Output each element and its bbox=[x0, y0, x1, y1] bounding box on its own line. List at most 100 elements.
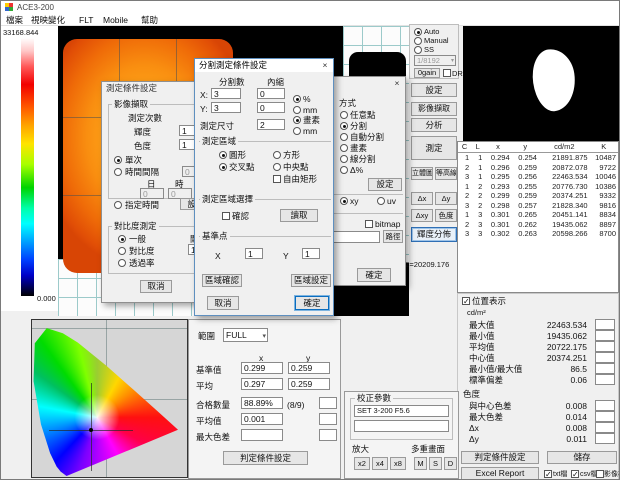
center-radio[interactable] bbox=[273, 163, 281, 171]
menu-item-help[interactable]: 幫助 bbox=[141, 15, 158, 25]
interval-radio[interactable] bbox=[114, 168, 122, 176]
position-display-checkbox[interactable]: ✓ bbox=[462, 297, 470, 305]
method-split-radio[interactable] bbox=[340, 122, 348, 130]
ref-x-field[interactable]: 0.299 bbox=[241, 362, 283, 374]
gain-button[interactable]: 0gain bbox=[414, 68, 440, 78]
dr-checkbox[interactable] bbox=[443, 69, 451, 77]
excel-report-button[interactable]: Excel Report bbox=[461, 467, 539, 480]
cross-radio[interactable] bbox=[219, 163, 227, 171]
spot-viewport[interactable] bbox=[463, 26, 620, 141]
avg-x-field[interactable]: 0.297 bbox=[241, 378, 283, 390]
method-set-button[interactable]: 設定 bbox=[368, 178, 402, 191]
table-row[interactable]: 220.2990.25920374.2519332 bbox=[458, 191, 618, 201]
method-line-radio[interactable] bbox=[340, 155, 348, 163]
trans-radio[interactable] bbox=[118, 259, 126, 267]
measure-button[interactable]: 測定 bbox=[411, 136, 457, 160]
table-row[interactable]: 310.2950.25622463.53410046 bbox=[458, 172, 618, 182]
range-judge-settings-button[interactable]: 判定條件設定 bbox=[223, 451, 308, 465]
avg-y-field[interactable]: 0.259 bbox=[288, 378, 330, 390]
zoom-x8-button[interactable]: x8 bbox=[390, 457, 406, 470]
capture-button[interactable]: 影像擷取 bbox=[411, 102, 457, 116]
inset-mm-radio[interactable] bbox=[293, 106, 301, 114]
menu-item-transform[interactable]: 視映變化 bbox=[31, 15, 65, 25]
coord-uv-radio[interactable] bbox=[377, 197, 385, 205]
circle-radio[interactable] bbox=[219, 151, 227, 159]
csv-checkbox[interactable]: ✓ bbox=[571, 470, 579, 478]
coord-xy-radio[interactable] bbox=[340, 197, 348, 205]
area-confirm-button[interactable]: 區域確認 bbox=[202, 274, 242, 287]
inset-pct-radio[interactable] bbox=[293, 95, 301, 103]
set-button[interactable]: 設定 bbox=[411, 83, 457, 97]
menu-item-mobile[interactable]: Mobile bbox=[103, 15, 128, 25]
multi-m-button[interactable]: M bbox=[414, 457, 427, 470]
delta-xy-button[interactable]: Δxy bbox=[411, 209, 433, 222]
ss-radio[interactable] bbox=[414, 46, 422, 54]
x-div-field[interactable]: 3 bbox=[211, 88, 241, 99]
table-row[interactable]: 330.3020.26320598.2668700 bbox=[458, 229, 618, 239]
cond-cancel-button[interactable]: 取消 bbox=[140, 280, 172, 293]
split-cancel-button[interactable]: 取消 bbox=[207, 296, 239, 310]
judge-settings-button[interactable]: 判定條件設定 bbox=[461, 451, 539, 464]
close-icon[interactable]: × bbox=[391, 78, 403, 89]
multi-s-button[interactable]: S bbox=[429, 457, 442, 470]
size-field[interactable]: 2 bbox=[257, 119, 285, 130]
method-ok-button[interactable]: 確定 bbox=[357, 268, 391, 282]
menu-item-flt[interactable]: FLT bbox=[79, 15, 93, 25]
size-mm-radio[interactable] bbox=[293, 127, 301, 135]
normal-radio[interactable] bbox=[118, 235, 126, 243]
table-row[interactable]: 110.2940.25421891.87510487 bbox=[458, 153, 618, 163]
x-inset-field[interactable]: 0 bbox=[257, 88, 285, 99]
bitmap-checkbox[interactable] bbox=[365, 220, 373, 228]
method-pixel-radio[interactable] bbox=[340, 144, 348, 152]
shutter-select[interactable]: 1/8192 ▾ bbox=[414, 55, 456, 66]
table-row[interactable]: 130.3010.26520451.1418834 bbox=[458, 210, 618, 220]
stereo-button[interactable]: 立體圖 bbox=[411, 167, 433, 180]
contrast-label: 對比度 bbox=[129, 246, 155, 256]
method-any-radio[interactable] bbox=[340, 111, 348, 119]
save-button[interactable]: 儲存 bbox=[547, 451, 617, 464]
freerect-checkbox[interactable] bbox=[273, 175, 281, 183]
cie-gridline-h1 bbox=[32, 328, 187, 329]
area-set-button[interactable]: 區域設定 bbox=[291, 274, 331, 287]
split-ok-button[interactable]: 確定 bbox=[295, 296, 329, 310]
cie-diagram-panel[interactable] bbox=[31, 319, 188, 478]
bitmap-label: bitmap bbox=[375, 219, 401, 229]
contrast-radio[interactable] bbox=[118, 247, 126, 255]
analyze-button[interactable]: 分析 bbox=[411, 118, 457, 132]
contour-button[interactable]: 等高線 bbox=[435, 167, 457, 180]
auto-radio[interactable] bbox=[414, 28, 422, 36]
table-row[interactable]: 120.2930.25520776.73010386 bbox=[458, 182, 618, 192]
size-pixel-radio[interactable] bbox=[293, 116, 301, 124]
load-button[interactable]: 讀取 bbox=[280, 209, 318, 222]
zoom-x2-button[interactable]: x2 bbox=[354, 457, 370, 470]
single-radio[interactable] bbox=[114, 156, 122, 164]
table-row[interactable]: 230.3010.26219435.0628897 bbox=[458, 220, 618, 230]
base-x-field[interactable]: 1 bbox=[245, 248, 263, 259]
delta-x-button[interactable]: Δx bbox=[411, 192, 433, 205]
method-delta-radio[interactable] bbox=[340, 166, 348, 174]
y-div-field[interactable]: 3 bbox=[211, 102, 241, 113]
spec-time-radio[interactable] bbox=[114, 201, 122, 209]
square-radio[interactable] bbox=[273, 151, 281, 159]
table-row[interactable]: 210.2960.25920872.0789722 bbox=[458, 163, 618, 173]
base-y-field[interactable]: 1 bbox=[302, 248, 320, 259]
multi-d-button[interactable]: D bbox=[444, 457, 457, 470]
close-icon[interactable]: × bbox=[319, 60, 331, 71]
confirm-checkbox[interactable] bbox=[222, 212, 230, 220]
range-select[interactable]: FULL ▾ bbox=[223, 328, 268, 342]
split-dialog[interactable]: 分割測定條件設定 × 分割數 內縮 X: 3 0 Y: 3 0 % mm 測定尺… bbox=[194, 58, 334, 316]
image-file-checkbox[interactable] bbox=[596, 470, 604, 478]
manual-radio[interactable] bbox=[414, 37, 422, 45]
chroma-map-button[interactable]: 色度 bbox=[435, 209, 457, 222]
split-dialog-title[interactable]: 分割測定條件設定 bbox=[195, 59, 333, 72]
lum-dist-button[interactable]: 輝度分佈 bbox=[411, 227, 457, 242]
table-row[interactable]: 320.2980.25721828.3409816 bbox=[458, 201, 618, 211]
zoom-x4-button[interactable]: x4 bbox=[372, 457, 388, 470]
method-autosplit-radio[interactable] bbox=[340, 133, 348, 141]
menu-item-file[interactable]: 檔案 bbox=[6, 15, 23, 25]
path-button[interactable]: 路徑 bbox=[383, 230, 403, 243]
txt-checkbox[interactable]: ✓ bbox=[544, 470, 552, 478]
delta-y-button[interactable]: Δy bbox=[435, 192, 457, 205]
ref-y-field[interactable]: 0.259 bbox=[288, 362, 330, 374]
y-inset-field[interactable]: 0 bbox=[257, 102, 285, 113]
